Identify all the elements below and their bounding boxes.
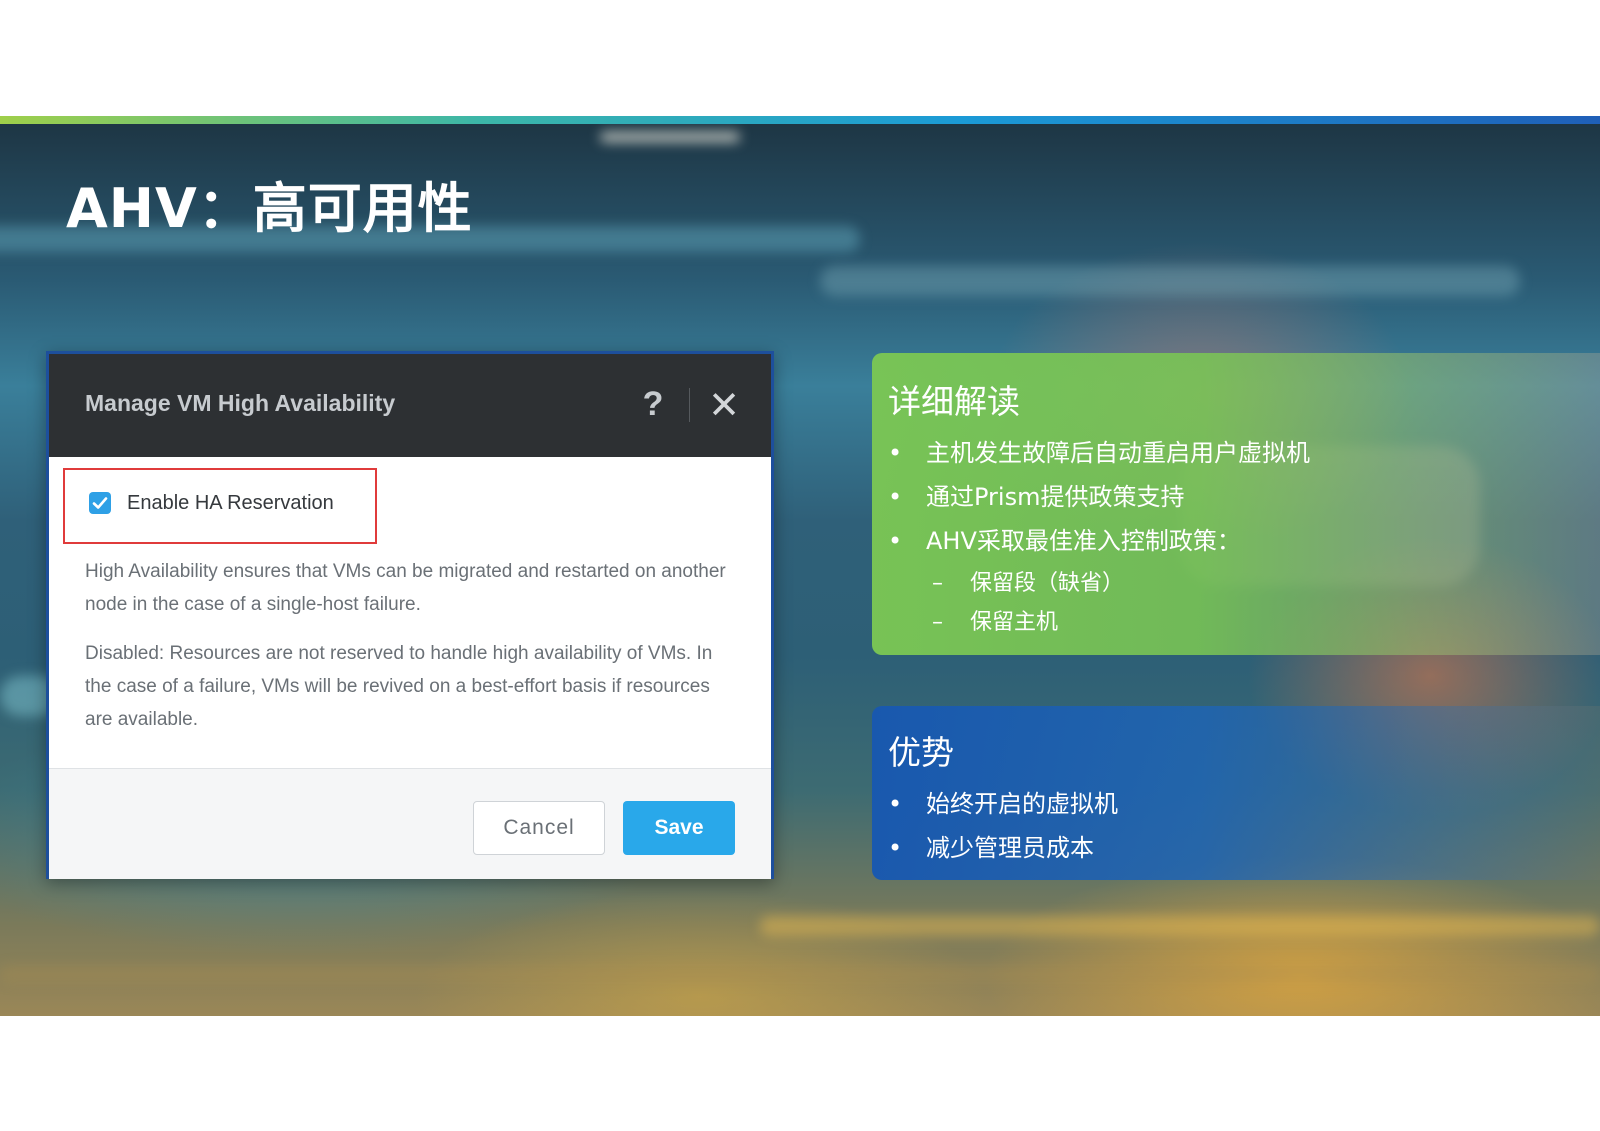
details-bullet: • 主机发生故障后自动重启用户虚拟机 [888, 439, 1310, 467]
ha-reservation-checkbox[interactable] [89, 492, 111, 514]
details-sub-item: – 保留段（缺省） [932, 571, 1125, 596]
advantages-bullet: • 始终开启的虚拟机 [888, 790, 1118, 818]
dialog-header: Manage VM High Availability ? ✕ [49, 354, 771, 457]
manage-ha-dialog: Manage VM High Availability ? ✕ Enable H… [46, 351, 774, 879]
details-heading: 详细解读 [888, 382, 1020, 421]
advantages-heading: 优势 [888, 733, 954, 772]
slide-title: AHV：高可用性 [66, 177, 473, 240]
checkmark-icon [92, 497, 108, 509]
advantages-panel: 优势 • 始终开启的虚拟机 • 减少管理员成本 [872, 706, 1600, 880]
advantages-bullet: • 减少管理员成本 [888, 834, 1094, 862]
help-icon[interactable]: ? [633, 378, 673, 430]
close-icon[interactable]: ✕ [699, 380, 749, 430]
save-button[interactable]: Save [623, 801, 735, 855]
details-bullet: • AHV采取最佳准入控制政策： [888, 527, 1241, 555]
details-bullet: • 通过Prism提供政策支持 [888, 483, 1185, 511]
ha-reservation-highlight: Enable HA Reservation [63, 468, 377, 544]
ha-description: High Availability ensures that VMs can b… [85, 561, 726, 615]
cancel-button[interactable]: Cancel [473, 801, 605, 855]
ha-reservation-label[interactable]: Enable HA Reservation [127, 492, 334, 515]
details-panel: 详细解读 • 主机发生故障后自动重启用户虚拟机 • 通过Prism提供政策支持 • A… [872, 353, 1600, 655]
header-divider [689, 388, 690, 422]
disabled-description: Disabled: Resources are not reserved to … [85, 643, 713, 730]
dialog-footer: Cancel Save [49, 768, 771, 879]
dialog-title: Manage VM High Availability [85, 390, 396, 416]
details-sub-item: – 保留主机 [932, 610, 1059, 635]
accent-gradient-bar [0, 116, 1600, 124]
